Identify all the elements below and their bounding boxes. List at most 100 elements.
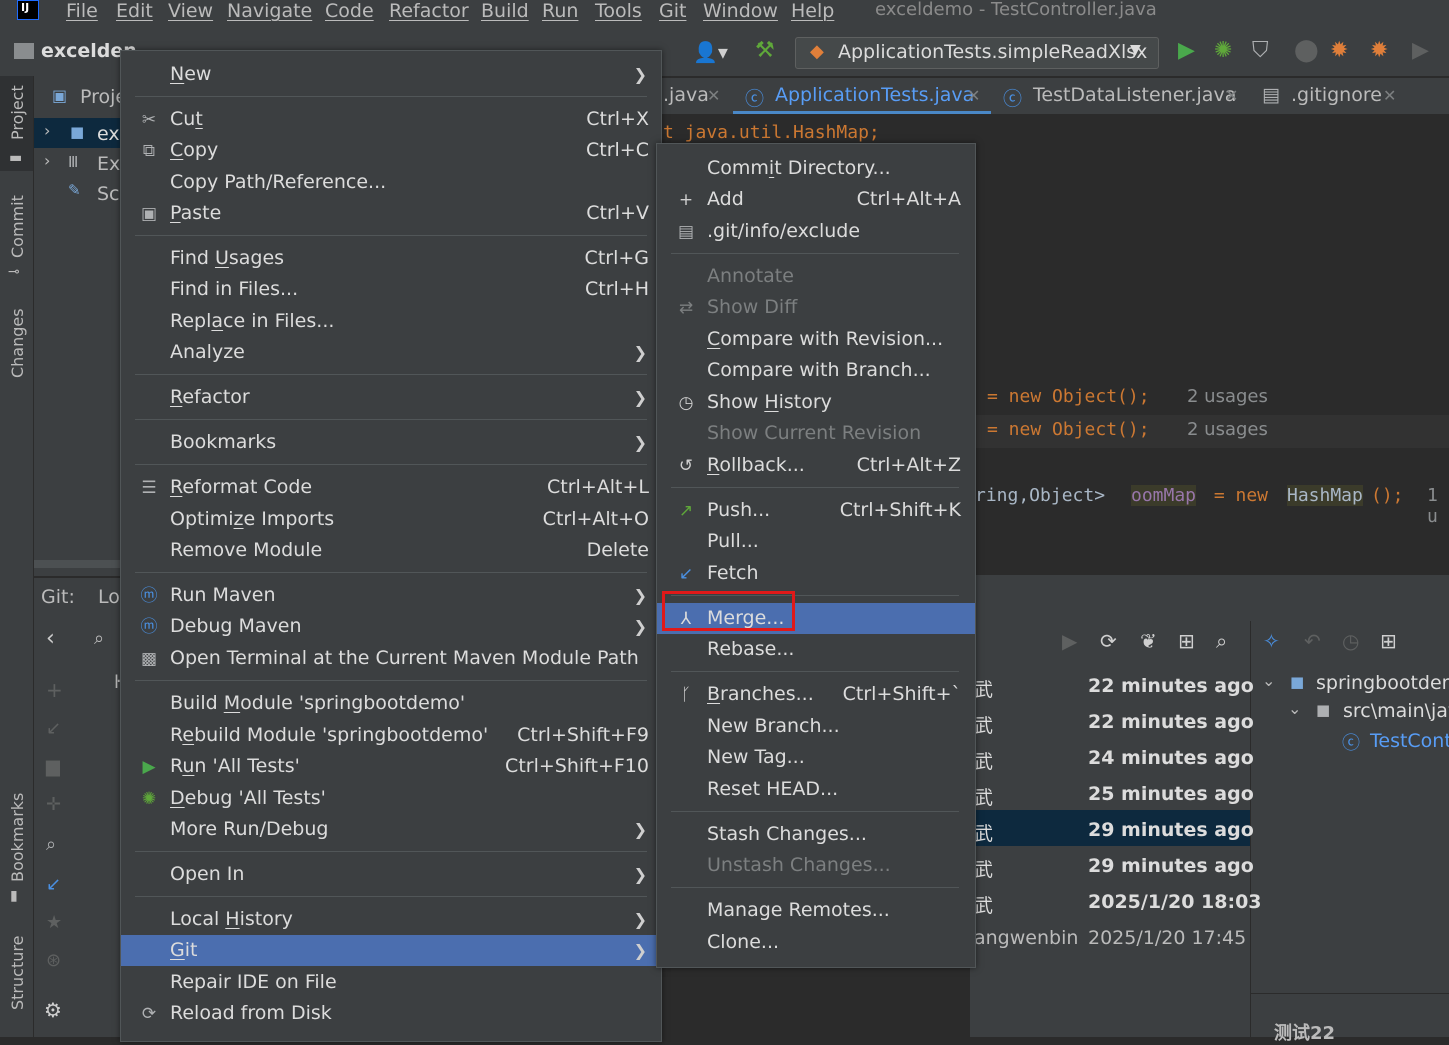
usages-hint[interactable]: 2 usages <box>1187 419 1268 440</box>
git-menu-item-compare-with-branch[interactable]: Compare with Branch... <box>657 355 975 386</box>
git-menu-item-new-tag[interactable]: New Tag... <box>657 742 975 773</box>
menu-item-find-in-files[interactable]: Find in Files... Ctrl+H <box>121 274 661 305</box>
scrollbar[interactable] <box>34 560 122 568</box>
back-arrow-icon[interactable]: ‹ <box>46 626 55 651</box>
menu-item-run-maven[interactable]: ⓜ Run Maven ❯ <box>121 580 661 611</box>
menu-item-git[interactable]: Git ❯ <box>121 935 661 966</box>
git-menu-item-push[interactable]: ↗ Push... Ctrl+Shift+K <box>657 495 975 526</box>
chevron-down-icon[interactable]: ⌄ <box>1288 699 1301 718</box>
close-icon[interactable]: ✕ <box>1383 86 1396 105</box>
build-hammer-icon[interactable]: ⚒ <box>755 38 775 63</box>
git-menu-item-show-current-revision[interactable]: Show Current Revision <box>657 418 975 449</box>
menu-item-optimize-imports[interactable]: Optimize Imports Ctrl+Alt+O <box>121 504 661 535</box>
changed-tree-folder[interactable]: src\main\jav <box>1343 700 1449 722</box>
menu-item-open-in[interactable]: Open In ❯ <box>121 859 661 890</box>
menu-run[interactable]: Run <box>542 0 578 22</box>
menu-item-cut[interactable]: ✂ Cut Ctrl+X <box>121 104 661 135</box>
git-menu-item-commit-directory[interactable]: Commit Directory... <box>657 153 975 184</box>
log-time[interactable]: 29 minutes ago <box>1088 855 1254 877</box>
tab-gitignore[interactable]: .gitignore <box>1291 84 1382 106</box>
vcs-user-icon[interactable]: 👤▾ <box>693 40 728 64</box>
menu-item-rebuild-module[interactable]: Rebuild Module 'springbootdemo' Ctrl+Shif… <box>121 720 661 751</box>
menu-help[interactable]: Help <box>791 0 834 22</box>
stripe-changes[interactable]: Changes <box>8 308 27 378</box>
gear-icon[interactable]: ⚙ <box>44 998 62 1022</box>
git-menu-item-rollback[interactable]: ↺ Rollback... Ctrl+Alt+Z <box>657 450 975 481</box>
log-author[interactable]: 武 <box>974 711 993 738</box>
add-icon[interactable]: + <box>46 678 63 702</box>
play-icon[interactable]: ▶ <box>1062 629 1077 653</box>
settings-wheel-icon[interactable]: ⊛ <box>46 950 61 971</box>
menu-item-paste[interactable]: ▣ Paste Ctrl+V <box>121 198 661 229</box>
search-icon[interactable]: ⌕ <box>1216 629 1227 653</box>
menu-item-debug-maven[interactable]: ⓜ Debug Maven ❯ <box>121 611 661 642</box>
usages-hint[interactable]: 1 u <box>1427 485 1449 527</box>
git-log-tab[interactable]: Lo <box>98 586 120 608</box>
git-menu-item-clone[interactable]: Clone... <box>657 927 975 958</box>
git-menu-item-fetch[interactable]: ↙ Fetch <box>657 558 975 589</box>
menu-item-bookmarks[interactable]: Bookmarks ❯ <box>121 427 661 458</box>
tab-java[interactable]: .java <box>663 84 709 106</box>
stripe-commit[interactable]: Commit <box>8 195 27 258</box>
run-configuration-dropdown[interactable]: ◆ ApplicationTests.simpleReadXlsx ▼ <box>795 37 1159 69</box>
cherry-pick-icon[interactable]: ❦ <box>1140 629 1157 653</box>
expand-icon[interactable]: ✧ <box>1263 629 1280 653</box>
git-menu-item-reset-head[interactable]: Reset HEAD... <box>657 774 975 805</box>
undo-icon[interactable]: ↶ <box>1304 629 1321 653</box>
git-menu-item-unstash-changes[interactable]: Unstash Changes... <box>657 850 975 881</box>
coverage-icon[interactable]: ⛉ <box>1252 38 1269 63</box>
log-time[interactable]: 2025/1/20 17:45 <box>1088 927 1246 949</box>
log-time[interactable]: 22 minutes ago <box>1088 675 1254 697</box>
stripe-project[interactable]: Project <box>8 85 27 140</box>
menu-item-find-usages[interactable]: Find Usages Ctrl+G <box>121 243 661 274</box>
log-time[interactable]: 2025/1/20 18:03 <box>1088 891 1262 913</box>
git-menu-item-pull[interactable]: Pull... <box>657 526 975 557</box>
attach-debugger-icon[interactable]: ✹ <box>1330 38 1348 63</box>
menu-item-debug-all-tests[interactable]: ✺ Debug 'All Tests' <box>121 783 661 814</box>
menu-view[interactable]: View <box>168 0 213 22</box>
profiler-icon[interactable]: ⬤ <box>1294 38 1319 63</box>
menu-item-analyze[interactable]: Analyze ❯ <box>121 337 661 368</box>
git-menu-item-show-diff[interactable]: ⇄ Show Diff <box>657 292 975 323</box>
menu-item-replace-in-files[interactable]: Replace in Files... <box>121 306 661 337</box>
menu-refactor[interactable]: Refactor <box>389 0 469 22</box>
menu-edit[interactable]: Edit <box>116 0 153 22</box>
update-icon[interactable]: ↙ <box>46 718 61 739</box>
refresh-icon[interactable]: ⟳ <box>1100 629 1117 653</box>
chevron-right-icon[interactable]: › <box>44 121 50 140</box>
git-menu-item-stash-changes[interactable]: Stash Changes... <box>657 819 975 850</box>
git-menu-item-git-info-exclude[interactable]: ▤ .git/info/exclude <box>657 216 975 247</box>
menu-window[interactable]: Window <box>703 0 778 22</box>
log-author[interactable]: 武 <box>974 783 993 810</box>
stripe-structure[interactable]: Structure <box>8 936 27 1010</box>
usages-hint[interactable]: 2 usages <box>1187 386 1268 407</box>
search-icon[interactable]: ⌕ <box>94 628 104 649</box>
menu-file[interactable]: File <box>66 0 98 22</box>
git-menu-item-manage-remotes[interactable]: Manage Remotes... <box>657 895 975 926</box>
branch-icon[interactable]: ✛ <box>46 794 61 815</box>
git-menu-item-show-history[interactable]: ◷ Show History <box>657 387 975 418</box>
menu-git[interactable]: Git <box>659 0 686 22</box>
menu-build[interactable]: Build <box>481 0 529 22</box>
menu-item-refactor[interactable]: Refactor ❯ <box>121 382 661 413</box>
menu-item-copy-path[interactable]: Copy Path/Reference... <box>121 167 661 198</box>
log-author[interactable]: 武 <box>974 855 993 882</box>
git-menu-item-annotate[interactable]: Annotate <box>657 261 975 292</box>
star-icon[interactable]: ★ <box>46 912 62 933</box>
menu-item-reformat-code[interactable]: ☰ Reformat Code Ctrl+Alt+L <box>121 472 661 503</box>
changed-tree-root[interactable]: springbootdem <box>1316 672 1449 694</box>
test-icon[interactable]: ✹ <box>1370 38 1388 63</box>
chevron-right-icon[interactable]: › <box>44 151 50 170</box>
stripe-bookmarks[interactable]: Bookmarks <box>8 793 27 882</box>
log-time[interactable]: 29 minutes ago <box>1088 819 1254 841</box>
clock-icon[interactable]: ◷ <box>1342 629 1359 653</box>
log-author[interactable]: 武 <box>974 891 993 918</box>
changed-tree-file[interactable]: TestContr <box>1370 730 1449 752</box>
log-author[interactable]: 武 <box>974 819 993 846</box>
forward-icon[interactable]: ▶ <box>1412 38 1429 63</box>
menu-code[interactable]: Code <box>325 0 374 22</box>
menu-item-build-module[interactable]: Build Module 'springbootdemo' <box>121 688 661 719</box>
log-author[interactable]: 武 <box>974 675 993 702</box>
menu-item-local-history[interactable]: Local History ❯ <box>121 904 661 935</box>
menu-item-reload-from-disk[interactable]: ⟳ Reload from Disk <box>121 998 661 1029</box>
